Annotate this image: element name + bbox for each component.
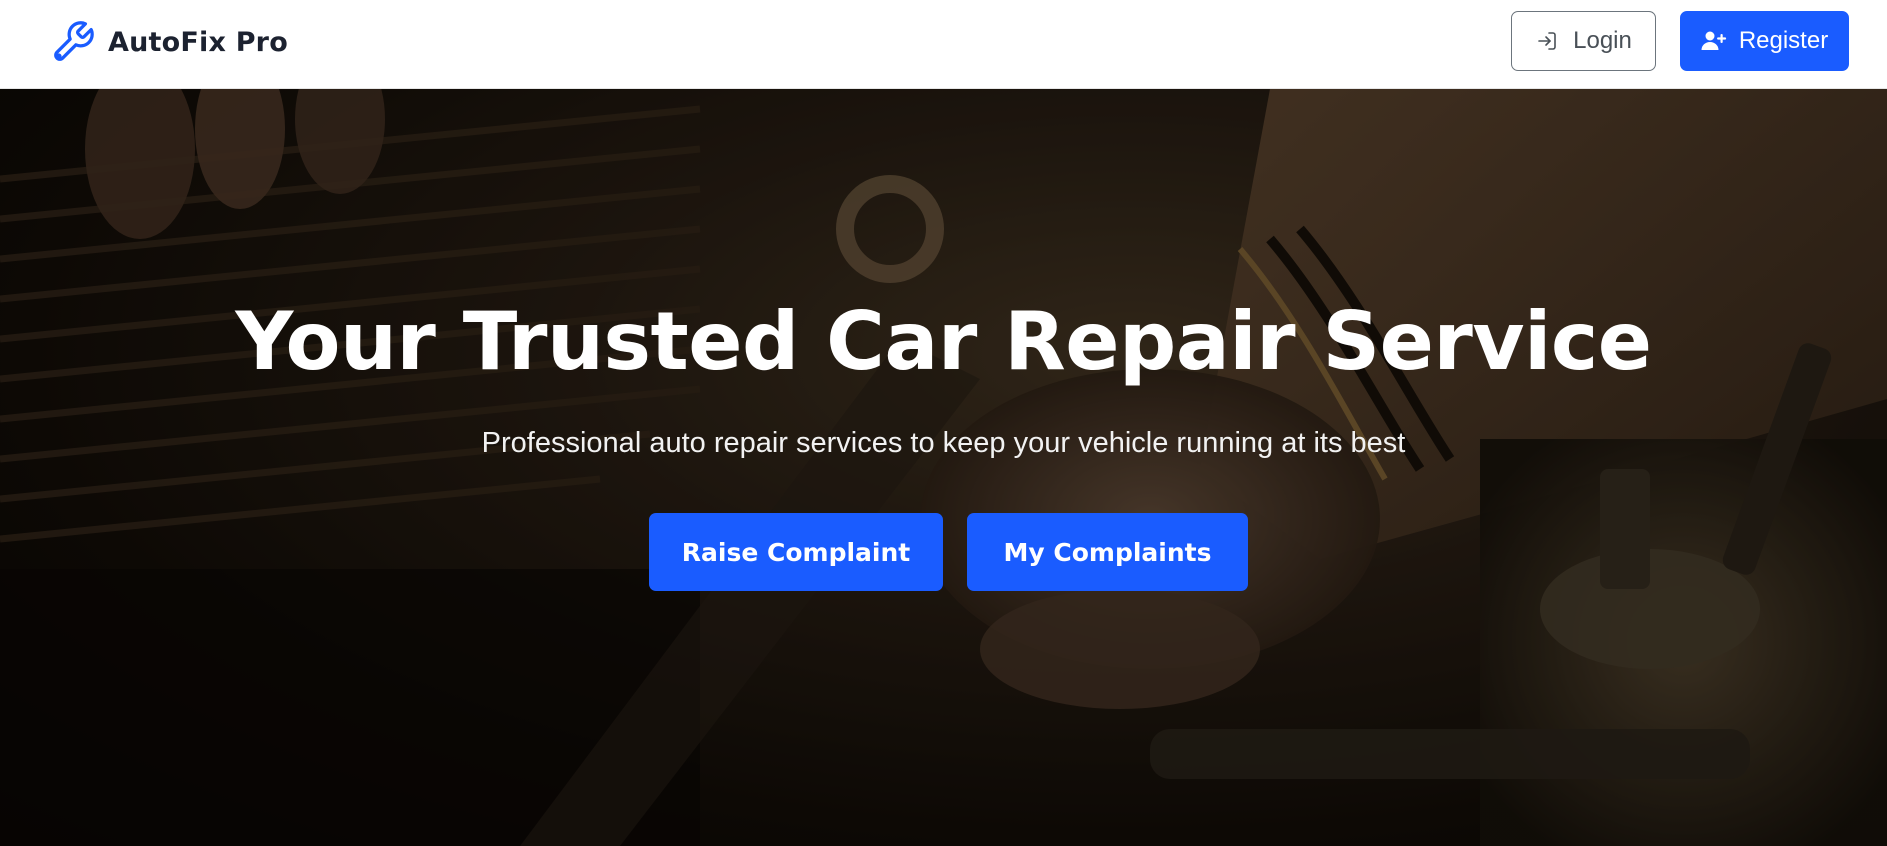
wrench-icon: [50, 19, 96, 65]
top-navbar: AutoFix Pro Login Register: [0, 0, 1887, 89]
hero-content: Your Trusted Car Repair Service Professi…: [0, 89, 1887, 846]
hero-subtitle: Professional auto repair services to kee…: [481, 427, 1406, 459]
hero-section: Your Trusted Car Repair Service Professi…: [0, 89, 1887, 846]
login-arrow-icon: [1535, 29, 1559, 53]
register-button[interactable]: Register: [1680, 11, 1849, 71]
login-button[interactable]: Login: [1511, 11, 1656, 71]
raise-complaint-button[interactable]: Raise Complaint: [649, 513, 943, 591]
brand-link[interactable]: AutoFix Pro: [50, 18, 288, 66]
user-plus-icon: [1701, 29, 1726, 53]
register-label: Register: [1738, 27, 1829, 54]
my-complaints-button[interactable]: My Complaints: [967, 513, 1248, 591]
login-label: Login: [1573, 27, 1632, 54]
hero-title: Your Trusted Car Repair Service: [235, 295, 1652, 388]
brand-name: AutoFix Pro: [108, 26, 288, 58]
